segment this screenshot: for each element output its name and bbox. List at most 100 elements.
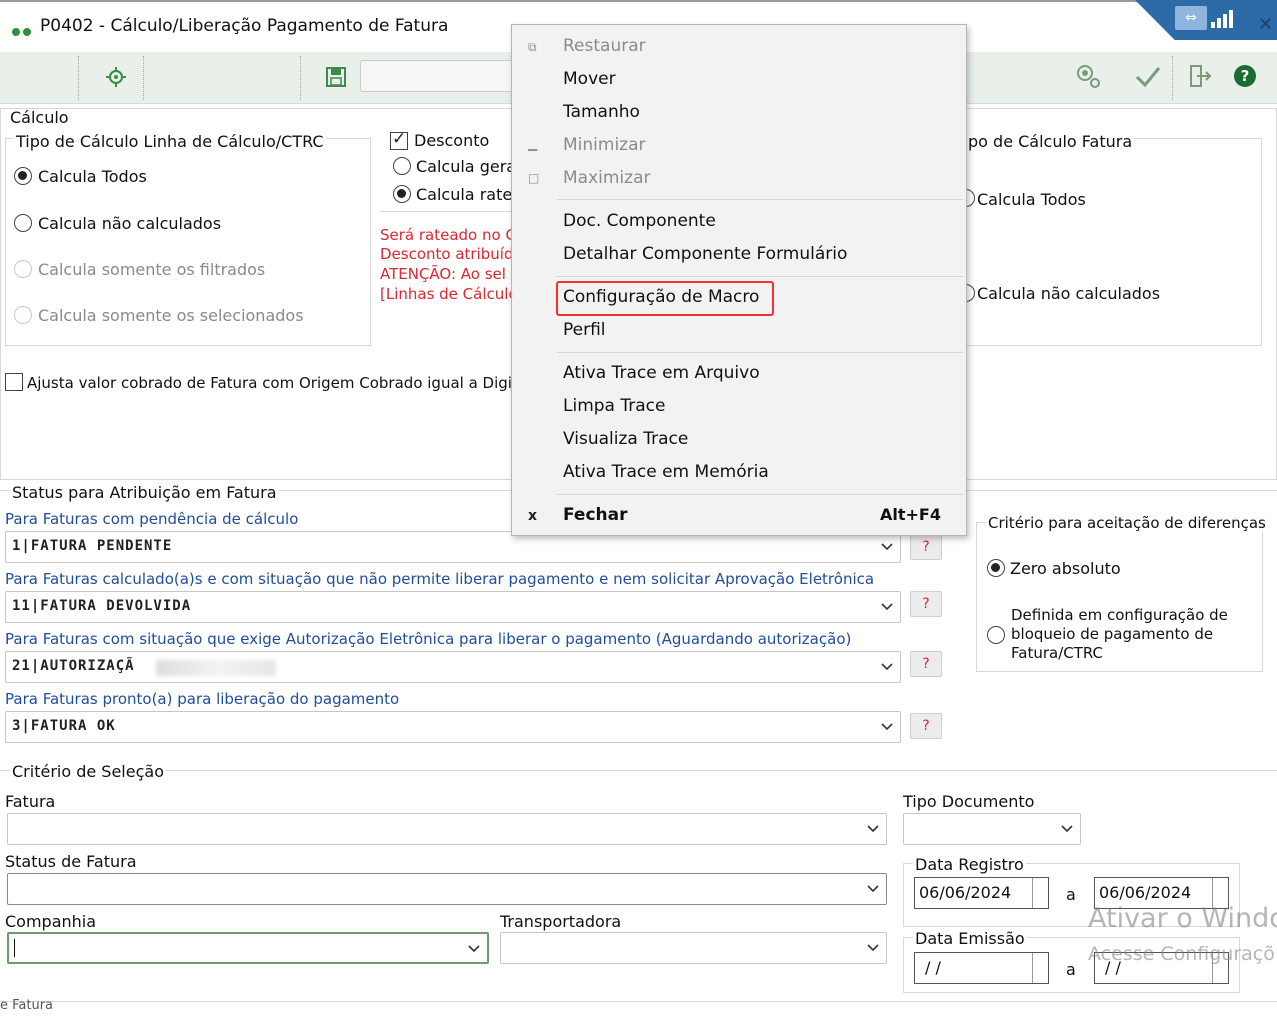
menu-item-ativa-trace-memoria[interactable]: Ativa Trace em Memória xyxy=(563,462,769,482)
radio-label: Calcula não calculados xyxy=(977,284,1161,303)
chevron-down-icon xyxy=(881,663,893,671)
chevron-down-icon xyxy=(881,543,893,551)
menu-item-mover[interactable]: Mover xyxy=(563,69,616,89)
radio-calcula-todos[interactable] xyxy=(14,167,32,189)
menu-item-maximizar: Maximizar xyxy=(563,168,651,188)
window-title: P0402 - Cálculo/Liberação Pagamento de F… xyxy=(40,16,449,36)
tipo-calculo-fatura-title: po de Cálculo Fatura xyxy=(966,132,1135,151)
menu-item-perfil[interactable]: Perfil xyxy=(563,320,606,340)
settings-icon[interactable] xyxy=(96,57,136,97)
radio-label: Calcula somente os filtrados xyxy=(38,260,266,279)
desconto-checkbox[interactable] xyxy=(390,129,408,154)
data-registro-label: Data Registro xyxy=(913,855,1026,874)
help-button[interactable]: ? xyxy=(910,713,942,739)
date-dropdown-icon[interactable] xyxy=(1032,953,1048,983)
ajusta-label: Ajusta valor cobrado de Fatura com Orige… xyxy=(27,374,546,392)
date-value: 06/06/2024 xyxy=(1099,883,1192,902)
radio-calcula-ratea[interactable] xyxy=(393,185,411,207)
checkbox[interactable] xyxy=(5,373,23,391)
redacted-text xyxy=(156,660,276,676)
tipo-documento-select[interactable] xyxy=(903,813,1081,845)
menu-separator xyxy=(557,494,963,495)
close-icon: x xyxy=(528,508,538,524)
menu-item-restaurar: Restaurar xyxy=(563,36,646,56)
radio-calcula-gerar[interactable] xyxy=(393,157,411,179)
menu-item-configuracao-macro[interactable]: Configuração de Macro xyxy=(563,287,759,307)
data-emissao-from-input[interactable]: / / xyxy=(914,952,1049,984)
help-button[interactable]: ? xyxy=(910,534,942,560)
data-registro-from-input[interactable]: 06/06/2024 xyxy=(914,877,1049,909)
toolbar-input[interactable] xyxy=(360,60,520,92)
desconto-warning: [Linhas de Cálculo xyxy=(380,285,518,303)
radio-label: Zero absoluto xyxy=(1010,559,1121,578)
menu-item-tamanho[interactable]: Tamanho xyxy=(563,102,640,122)
checkbox[interactable] xyxy=(390,129,408,150)
companhia-select[interactable] xyxy=(7,932,489,964)
chevron-down-icon xyxy=(867,885,879,893)
fatura-select[interactable] xyxy=(7,813,887,845)
exit-icon[interactable] xyxy=(1180,56,1220,96)
help-button[interactable]: ? xyxy=(910,651,942,677)
radio-button[interactable] xyxy=(14,167,32,185)
status-fatura-select[interactable] xyxy=(7,873,887,905)
app-status-icon xyxy=(12,21,34,40)
status-title: Status para Atribuição em Fatura xyxy=(10,483,279,502)
status-ok-select[interactable]: 3|FATURA OK xyxy=(5,711,901,743)
close-window-icon[interactable]: ✕ xyxy=(1258,14,1273,35)
select-value: 3|FATURA OK xyxy=(12,718,116,734)
menu-item-limpa-trace[interactable]: Limpa Trace xyxy=(563,396,665,416)
toolbar-separator xyxy=(300,56,302,100)
help-icon[interactable]: ? xyxy=(1225,56,1265,96)
select-value: 11|FATURA DEVOLVIDA xyxy=(12,598,192,614)
status-fatura-label: Status de Fatura xyxy=(5,852,137,871)
date-dropdown-icon[interactable] xyxy=(1032,878,1048,908)
calculo-title: Cálculo xyxy=(10,108,69,127)
menu-item-ativa-trace-arquivo[interactable]: Ativa Trace em Arquivo xyxy=(563,363,760,383)
process-gear-icon[interactable] xyxy=(1068,56,1108,96)
radio-button[interactable] xyxy=(14,214,32,232)
status-devolvida-select[interactable]: 11|FATURA DEVOLVIDA xyxy=(5,591,901,623)
transportadora-select[interactable] xyxy=(500,932,887,964)
chevron-down-icon xyxy=(867,944,879,952)
menu-item-detalhar-componente[interactable]: Detalhar Componente Formulário xyxy=(563,244,847,264)
radio-calcula-filtrados xyxy=(14,260,32,282)
radio-calcula-nao-calculados[interactable] xyxy=(14,214,32,236)
menu-item-visualiza-trace[interactable]: Visualiza Trace xyxy=(563,429,688,449)
menu-item-doc-componente[interactable]: Doc. Componente xyxy=(563,211,716,231)
desconto-divider xyxy=(380,211,512,215)
date-value: 06/06/2024 xyxy=(919,883,1012,902)
tipo-calculo-linha-title: Tipo de Cálculo Linha de Cálculo/CTRC xyxy=(14,132,326,151)
menu-item-minimizar: Minimizar xyxy=(563,135,646,155)
chevron-down-icon xyxy=(881,603,893,611)
radio-definida-configuracao[interactable] xyxy=(987,626,1005,648)
desconto-warning: Desconto atribuíd xyxy=(380,245,514,263)
status-row-label: Para Faturas com pendência de cálculo xyxy=(5,510,299,528)
chevron-down-icon xyxy=(468,945,480,953)
confirm-check-icon[interactable] xyxy=(1128,56,1168,96)
maximize-window-icon[interactable]: ⇔ xyxy=(1175,6,1207,30)
radio-button[interactable] xyxy=(393,185,411,203)
desconto-label: Desconto xyxy=(414,131,490,150)
help-button[interactable]: ? xyxy=(910,591,942,617)
save-icon[interactable] xyxy=(316,57,356,97)
chevron-down-icon xyxy=(867,825,879,833)
radio-button xyxy=(14,260,32,278)
radio-label: Definida em configuração de bloqueio de … xyxy=(1011,606,1228,662)
range-separator: a xyxy=(1066,885,1076,904)
system-context-menu: ⧉ Restaurar Mover Tamanho ▁ Minimizar □ … xyxy=(511,24,967,536)
companhia-label: Companhia xyxy=(5,912,97,931)
radio-label: Calcula ratea xyxy=(416,185,522,204)
radio-button[interactable] xyxy=(393,157,411,175)
menu-item-fechar[interactable]: Fechar xyxy=(563,505,628,525)
status-autorizacao-select[interactable]: 21|AUTORIZAÇÃ xyxy=(5,651,901,683)
radio-button[interactable] xyxy=(987,559,1005,577)
desconto-warning: ATENÇÃO: Ao sel xyxy=(380,265,506,283)
ajusta-checkbox[interactable] xyxy=(5,373,23,395)
radio-button[interactable] xyxy=(987,626,1005,644)
toolbar-separator xyxy=(1172,56,1174,100)
activation-watermark: Ativar o Windo xyxy=(1088,903,1277,934)
radio-zero-absoluto[interactable] xyxy=(987,559,1005,581)
menu-separator xyxy=(557,352,963,353)
svg-text:?: ? xyxy=(1241,67,1250,85)
fatura-label: Fatura xyxy=(5,792,56,811)
